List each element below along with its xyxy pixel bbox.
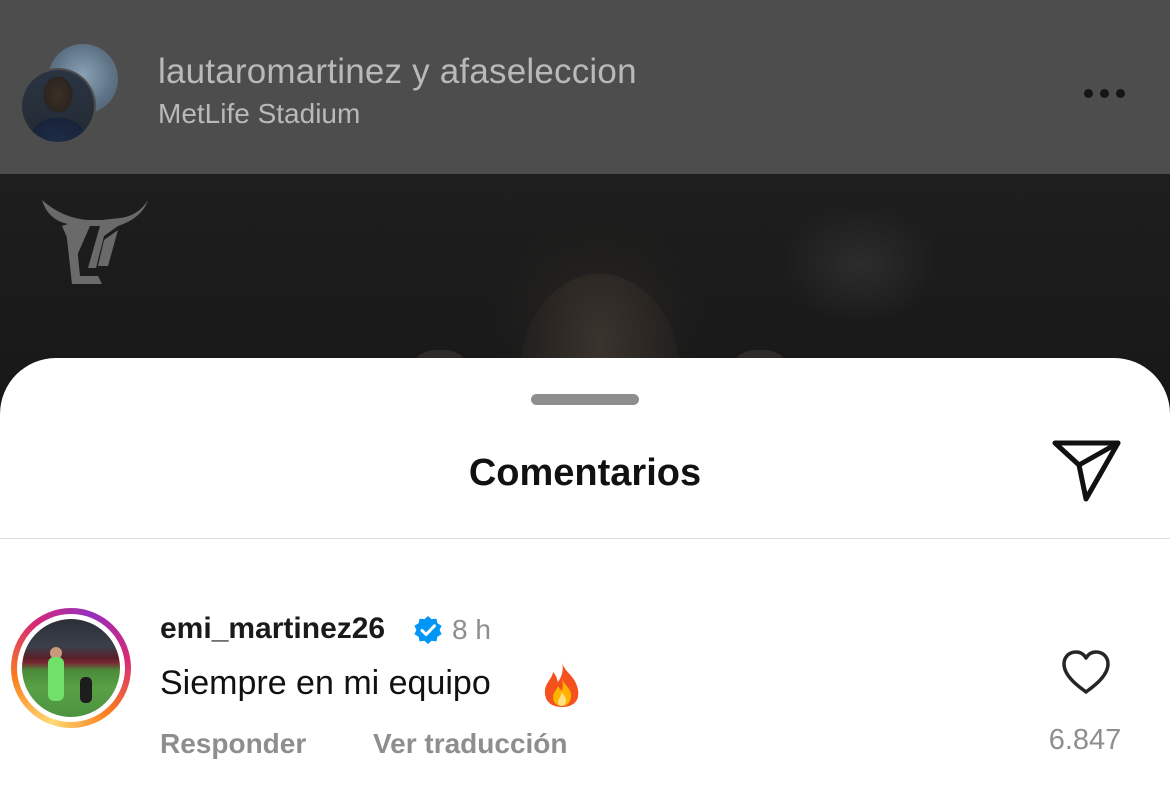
commenter-avatar-image (22, 619, 120, 717)
post-header: lautaromartinez y afaseleccion MetLife S… (0, 0, 1170, 174)
post-location[interactable]: MetLife Stadium (158, 98, 360, 130)
post-owner-names[interactable]: lautaromartinez y afaseleccion (158, 52, 637, 92)
verified-badge-icon (414, 616, 442, 644)
avatar-figure (80, 677, 92, 703)
avatar-ring-gap (17, 614, 125, 722)
ellipsis-icon (1099, 88, 1109, 98)
paper-plane-icon[interactable] (1050, 438, 1122, 504)
heart-outline-icon[interactable] (1060, 648, 1112, 696)
owner-avatar-image (22, 70, 94, 142)
comment-text: Siempre en mi equipo (160, 664, 491, 702)
bull-logo-icon (42, 200, 148, 284)
like-count: 6.847 (1048, 724, 1122, 756)
translate-button[interactable]: Ver traducción (373, 728, 568, 760)
avatar-figure (48, 657, 64, 701)
commenter-avatar[interactable] (11, 608, 131, 728)
divider (0, 538, 1170, 539)
sheet-grabber[interactable] (531, 394, 639, 405)
reply-button[interactable]: Responder (160, 728, 306, 760)
comment-username[interactable]: emi_martinez26 (160, 612, 385, 646)
sheet-title: Comentarios (468, 452, 702, 494)
comment-timestamp: 8 h (452, 614, 491, 645)
more-options-button[interactable] (1074, 80, 1134, 106)
ellipsis-icon (1083, 88, 1093, 98)
owner-avatar[interactable] (20, 68, 96, 144)
fire-emoji-icon (544, 662, 579, 707)
ellipsis-icon (1115, 88, 1125, 98)
